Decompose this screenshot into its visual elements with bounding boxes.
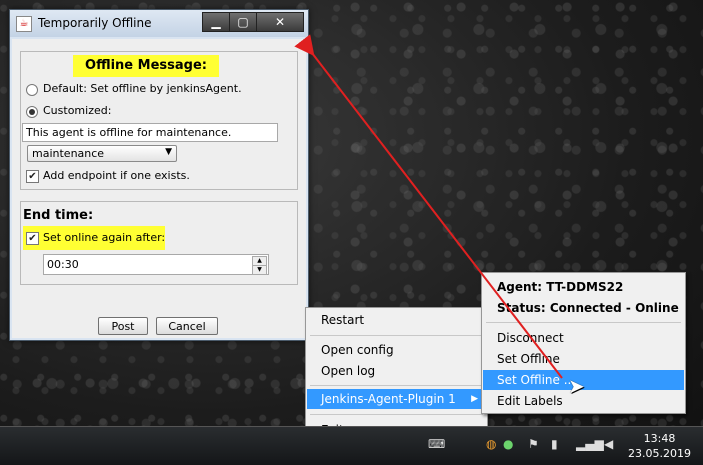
annotation-arrow — [294, 34, 563, 379]
